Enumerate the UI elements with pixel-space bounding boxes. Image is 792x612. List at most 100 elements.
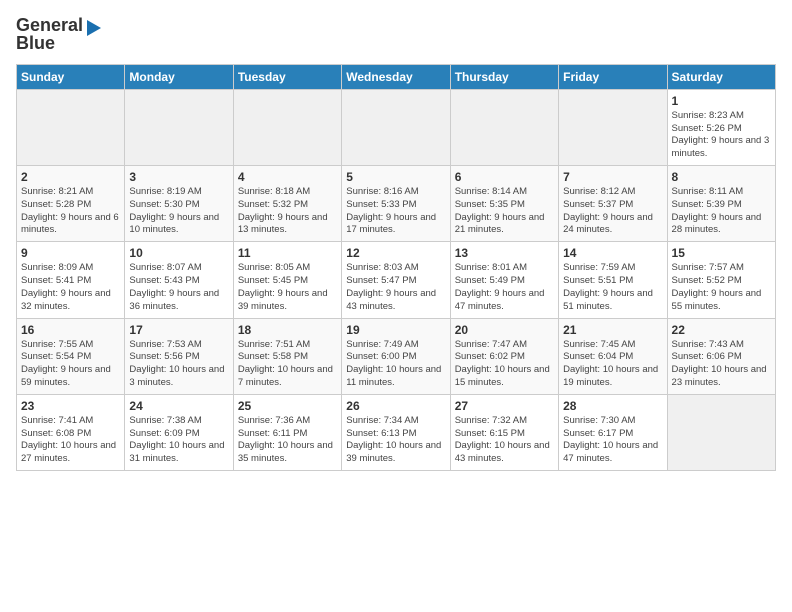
calendar-cell: 6 Sunrise: 8:14 AM Sunset: 5:35 PM Daylig…	[450, 166, 558, 242]
day-info: Sunrise: 8:23 AM Sunset: 5:26 PM Dayligh…	[672, 110, 771, 161]
day-number: 17	[129, 323, 228, 337]
calendar-cell	[559, 89, 667, 165]
day-number: 1	[672, 94, 771, 108]
day-number: 7	[563, 170, 662, 184]
day-info: Sunrise: 8:05 AM Sunset: 5:45 PM Dayligh…	[238, 262, 337, 313]
calendar-cell: 11Sunrise: 8:05 AM Sunset: 5:45 PM Dayli…	[233, 242, 341, 318]
day-info: Sunrise: 8:07 AM Sunset: 5:43 PM Dayligh…	[129, 262, 228, 313]
logo-arrow-icon	[87, 20, 101, 36]
day-number: 4	[238, 170, 337, 184]
day-of-week-header: Saturday	[667, 64, 775, 89]
calendar-header-row: SundayMondayTuesdayWednesdayThursdayFrid…	[17, 64, 776, 89]
day-number: 24	[129, 399, 228, 413]
day-number: 14	[563, 246, 662, 260]
day-of-week-header: Monday	[125, 64, 233, 89]
calendar-week-row: 16 Sunrise: 7:55 AM Sunset: 5:54 PM Dayli…	[17, 318, 776, 394]
day-number: 16	[21, 323, 120, 337]
header: General Blue	[16, 16, 776, 54]
day-info: Sunrise: 7:53 AM Sunset: 5:56 PM Dayligh…	[129, 339, 228, 390]
calendar-cell: 15 Sunrise: 7:57 AM Sunset: 5:52 PM Dayli…	[667, 242, 775, 318]
calendar-cell: 17 Sunrise: 7:53 AM Sunset: 5:56 PM Dayli…	[125, 318, 233, 394]
calendar-cell: 2 Sunrise: 8:21 AM Sunset: 5:28 PM Daylig…	[17, 166, 125, 242]
day-number: 2	[21, 170, 120, 184]
day-number: 12	[346, 246, 445, 260]
calendar-cell: 13Sunrise: 8:01 AM Sunset: 5:49 PM Dayli…	[450, 242, 558, 318]
day-number: 21	[563, 323, 662, 337]
calendar-body: 1 Sunrise: 8:23 AM Sunset: 5:26 PM Daylig…	[17, 89, 776, 470]
calendar-week-row: 9 Sunrise: 8:09 AM Sunset: 5:41 PM Daylig…	[17, 242, 776, 318]
day-number: 20	[455, 323, 554, 337]
day-info: Sunrise: 7:59 AM Sunset: 5:51 PM Dayligh…	[563, 262, 662, 313]
day-of-week-header: Thursday	[450, 64, 558, 89]
day-of-week-header: Friday	[559, 64, 667, 89]
day-info: Sunrise: 8:21 AM Sunset: 5:28 PM Dayligh…	[21, 186, 120, 237]
day-number: 28	[563, 399, 662, 413]
day-info: Sunrise: 7:57 AM Sunset: 5:52 PM Dayligh…	[672, 262, 771, 313]
calendar-cell	[17, 89, 125, 165]
calendar-cell: 22 Sunrise: 7:43 AM Sunset: 6:06 PM Dayli…	[667, 318, 775, 394]
day-number: 8	[672, 170, 771, 184]
day-info: Sunrise: 7:43 AM Sunset: 6:06 PM Dayligh…	[672, 339, 771, 390]
calendar-cell: 19Sunrise: 7:49 AM Sunset: 6:00 PM Dayli…	[342, 318, 450, 394]
calendar-cell: 9 Sunrise: 8:09 AM Sunset: 5:41 PM Daylig…	[17, 242, 125, 318]
calendar-cell: 10 Sunrise: 8:07 AM Sunset: 5:43 PM Dayli…	[125, 242, 233, 318]
logo: General Blue	[16, 16, 101, 54]
calendar-week-row: 23 Sunrise: 7:41 AM Sunset: 6:08 PM Dayli…	[17, 394, 776, 470]
calendar-cell: 24 Sunrise: 7:38 AM Sunset: 6:09 PM Dayli…	[125, 394, 233, 470]
calendar-cell: 25 Sunrise: 7:36 AM Sunset: 6:11 PM Dayli…	[233, 394, 341, 470]
calendar-cell	[342, 89, 450, 165]
day-of-week-header: Sunday	[17, 64, 125, 89]
day-number: 9	[21, 246, 120, 260]
day-number: 26	[346, 399, 445, 413]
calendar-week-row: 1 Sunrise: 8:23 AM Sunset: 5:26 PM Daylig…	[17, 89, 776, 165]
calendar-cell: 14 Sunrise: 7:59 AM Sunset: 5:51 PM Dayli…	[559, 242, 667, 318]
calendar-cell	[125, 89, 233, 165]
calendar-cell: 27 Sunrise: 7:32 AM Sunset: 6:15 PM Dayli…	[450, 394, 558, 470]
calendar-week-row: 2 Sunrise: 8:21 AM Sunset: 5:28 PM Daylig…	[17, 166, 776, 242]
day-info: Sunrise: 7:41 AM Sunset: 6:08 PM Dayligh…	[21, 415, 120, 466]
day-number: 23	[21, 399, 120, 413]
day-info: Sunrise: 7:55 AM Sunset: 5:54 PM Dayligh…	[21, 339, 120, 390]
day-info: Sunrise: 8:11 AM Sunset: 5:39 PM Dayligh…	[672, 186, 771, 237]
day-number: 5	[346, 170, 445, 184]
calendar-cell: 4 Sunrise: 8:18 AM Sunset: 5:32 PM Daylig…	[233, 166, 341, 242]
logo-blue-text: Blue	[16, 34, 55, 54]
day-info: Sunrise: 7:38 AM Sunset: 6:09 PM Dayligh…	[129, 415, 228, 466]
day-of-week-header: Wednesday	[342, 64, 450, 89]
calendar: SundayMondayTuesdayWednesdayThursdayFrid…	[16, 64, 776, 471]
day-info: Sunrise: 8:19 AM Sunset: 5:30 PM Dayligh…	[129, 186, 228, 237]
calendar-cell: 18Sunrise: 7:51 AM Sunset: 5:58 PM Dayli…	[233, 318, 341, 394]
day-number: 3	[129, 170, 228, 184]
day-info: Sunrise: 7:45 AM Sunset: 6:04 PM Dayligh…	[563, 339, 662, 390]
calendar-cell: 20 Sunrise: 7:47 AM Sunset: 6:02 PM Dayli…	[450, 318, 558, 394]
day-number: 22	[672, 323, 771, 337]
day-info: Sunrise: 7:47 AM Sunset: 6:02 PM Dayligh…	[455, 339, 554, 390]
day-info: Sunrise: 7:36 AM Sunset: 6:11 PM Dayligh…	[238, 415, 337, 466]
day-number: 13	[455, 246, 554, 260]
day-number: 27	[455, 399, 554, 413]
day-info: Sunrise: 7:32 AM Sunset: 6:15 PM Dayligh…	[455, 415, 554, 466]
day-info: Sunrise: 8:03 AM Sunset: 5:47 PM Dayligh…	[346, 262, 445, 313]
calendar-cell	[233, 89, 341, 165]
day-of-week-header: Tuesday	[233, 64, 341, 89]
day-number: 10	[129, 246, 228, 260]
day-number: 6	[455, 170, 554, 184]
day-info: Sunrise: 7:30 AM Sunset: 6:17 PM Dayligh…	[563, 415, 662, 466]
day-number: 15	[672, 246, 771, 260]
day-info: Sunrise: 8:18 AM Sunset: 5:32 PM Dayligh…	[238, 186, 337, 237]
calendar-cell: 23 Sunrise: 7:41 AM Sunset: 6:08 PM Dayli…	[17, 394, 125, 470]
calendar-cell: 8 Sunrise: 8:11 AM Sunset: 5:39 PM Daylig…	[667, 166, 775, 242]
day-info: Sunrise: 8:14 AM Sunset: 5:35 PM Dayligh…	[455, 186, 554, 237]
calendar-cell: 16 Sunrise: 7:55 AM Sunset: 5:54 PM Dayli…	[17, 318, 125, 394]
calendar-cell: 26Sunrise: 7:34 AM Sunset: 6:13 PM Dayli…	[342, 394, 450, 470]
calendar-cell: 1 Sunrise: 8:23 AM Sunset: 5:26 PM Daylig…	[667, 89, 775, 165]
calendar-cell: 28 Sunrise: 7:30 AM Sunset: 6:17 PM Dayli…	[559, 394, 667, 470]
calendar-cell: 5 Sunrise: 8:16 AM Sunset: 5:33 PM Daylig…	[342, 166, 450, 242]
day-number: 25	[238, 399, 337, 413]
calendar-cell	[667, 394, 775, 470]
day-info: Sunrise: 8:09 AM Sunset: 5:41 PM Dayligh…	[21, 262, 120, 313]
calendar-cell	[450, 89, 558, 165]
day-number: 19	[346, 323, 445, 337]
day-info: Sunrise: 8:16 AM Sunset: 5:33 PM Dayligh…	[346, 186, 445, 237]
calendar-cell: 21 Sunrise: 7:45 AM Sunset: 6:04 PM Dayli…	[559, 318, 667, 394]
